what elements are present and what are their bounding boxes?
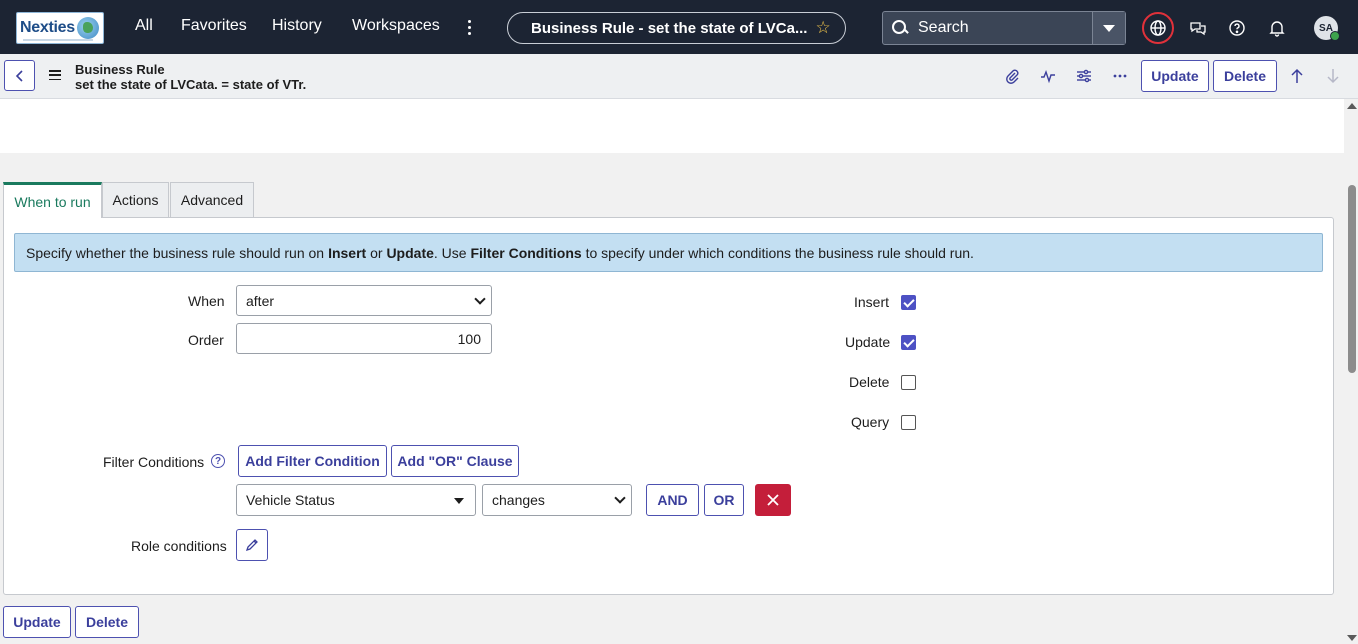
condition-field-value: Vehicle Status (246, 492, 335, 508)
delete-checkbox[interactable] (901, 375, 916, 390)
header-delete-button[interactable]: Delete (1213, 60, 1277, 92)
scroll-down-arrow-icon[interactable] (1347, 635, 1357, 641)
info-or: or (366, 244, 387, 261)
header-update-button[interactable]: Update (1141, 60, 1209, 92)
form-header: Business Rule set the state of LVCata. =… (0, 54, 1358, 99)
more-options-icon[interactable] (1110, 66, 1130, 86)
logo-globe-icon (76, 17, 99, 39)
tab-when-to-run[interactable]: When to run (3, 182, 102, 218)
hamburger-menu-icon[interactable] (49, 70, 61, 80)
filter-conditions-label: Filter Conditions (103, 454, 205, 470)
avatar[interactable]: SA (1314, 16, 1340, 41)
condition-operator-select[interactable]: changes (482, 484, 632, 516)
logo-tagline (23, 39, 93, 41)
scroll-up-arrow-icon[interactable] (1347, 103, 1357, 109)
delete-label: Delete (849, 374, 890, 390)
info-text-3: to specify under which conditions the bu… (581, 244, 974, 261)
add-filter-condition-button[interactable]: Add Filter Condition (238, 445, 387, 477)
back-button[interactable] (4, 60, 35, 91)
when-value: after (246, 292, 275, 309)
avatar-initials: SA (1319, 22, 1333, 34)
update-checkbox[interactable] (901, 335, 916, 350)
global-search (882, 11, 1126, 45)
order-input[interactable] (236, 323, 492, 354)
info-filter: Filter Conditions (470, 244, 582, 261)
settings-sliders-icon[interactable] (1074, 66, 1094, 86)
record-type: Business Rule (75, 62, 165, 77)
nav-all[interactable]: All (135, 17, 153, 35)
info-insert: Insert (328, 244, 367, 261)
when-label: When (188, 293, 225, 309)
context-title: Business Rule - set the state of LVCa... (531, 19, 808, 37)
nav-workspaces[interactable]: Workspaces (352, 17, 440, 35)
footer-update-button[interactable]: Update (3, 606, 71, 638)
role-conditions-label: Role conditions (131, 538, 227, 554)
add-or-clause-button[interactable]: Add "OR" Clause (391, 445, 519, 477)
scrollbar-thumb[interactable] (1348, 185, 1356, 373)
chevron-down-icon (474, 293, 486, 305)
more-menu-icon[interactable] (462, 15, 476, 39)
activity-icon[interactable] (1038, 66, 1058, 86)
top-navigation-bar: Nexties All Favorites History Workspaces… (0, 0, 1358, 54)
attachment-icon[interactable] (1002, 66, 1022, 86)
info-update: Update (386, 244, 434, 261)
search-icon (892, 20, 908, 36)
condition-field-select[interactable]: Vehicle Status (236, 484, 476, 516)
form-section-top (0, 99, 1344, 153)
edit-role-conditions-button[interactable] (236, 529, 268, 561)
logo-text: Nexties (20, 19, 75, 36)
nav-favorites[interactable]: Favorites (181, 17, 247, 35)
star-icon[interactable]: ☆ (815, 18, 830, 38)
order-label: Order (188, 332, 224, 348)
bell-icon[interactable] (1266, 17, 1288, 39)
insert-label: Insert (854, 294, 890, 310)
dropdown-arrow-icon (454, 498, 464, 504)
arrow-down-icon[interactable] (1323, 66, 1343, 86)
record-title: Business Rule set the state of LVCata. =… (75, 62, 306, 92)
condition-operator-value: changes (492, 492, 545, 508)
nav-history[interactable]: History (272, 17, 322, 35)
filter-help-icon[interactable]: ? (211, 454, 225, 468)
and-button[interactable]: AND (646, 484, 699, 516)
company-logo[interactable]: Nexties (16, 12, 104, 44)
info-text-2: . Use (433, 244, 471, 261)
chevron-down-icon (614, 492, 626, 504)
chat-icon[interactable] (1187, 17, 1209, 39)
tab-advanced[interactable]: Advanced (170, 182, 254, 217)
or-button[interactable]: OR (704, 484, 744, 516)
when-select[interactable]: after (236, 285, 492, 316)
close-icon (767, 494, 779, 506)
query-checkbox[interactable] (901, 415, 916, 430)
insert-checkbox[interactable] (901, 295, 916, 310)
info-text: Specify whether the business rule should… (26, 244, 325, 261)
tab-actions[interactable]: Actions (102, 182, 169, 217)
search-input[interactable] (918, 19, 1078, 37)
arrow-up-icon[interactable] (1287, 66, 1307, 86)
context-title-pill[interactable]: Business Rule - set the state of LVCa...… (507, 12, 846, 44)
info-message: Specify whether the business rule should… (14, 233, 1323, 272)
remove-condition-button[interactable] (755, 484, 791, 516)
update-label: Update (845, 334, 891, 350)
help-icon[interactable] (1226, 17, 1248, 39)
record-name: set the state of LVCata. = state of VTr. (75, 77, 307, 92)
when-to-run-panel: Specify whether the business rule should… (3, 217, 1334, 595)
query-label: Query (851, 414, 890, 430)
search-scope-dropdown[interactable] (1092, 12, 1125, 44)
footer-delete-button[interactable]: Delete (75, 606, 139, 638)
globe-icon[interactable] (1142, 12, 1174, 44)
pencil-icon (245, 539, 258, 552)
